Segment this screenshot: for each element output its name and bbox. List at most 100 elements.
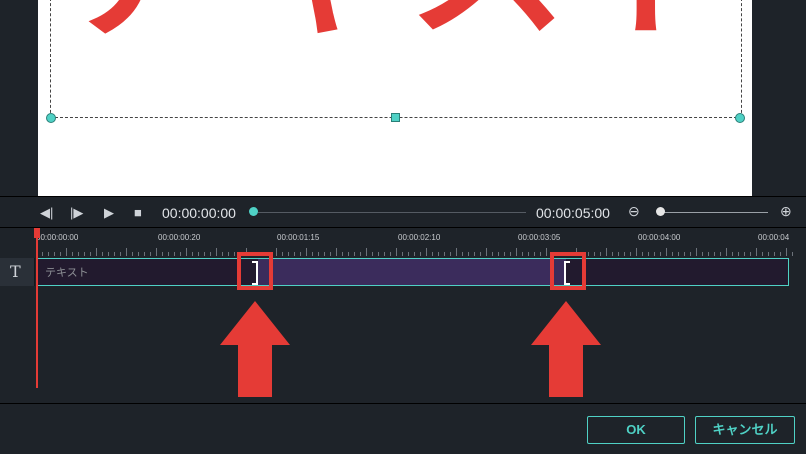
prev-frame-icon[interactable]: ◀| (40, 205, 53, 221)
ruler-tick (276, 248, 277, 256)
ruler-tick (546, 248, 547, 256)
track-header: T (0, 258, 35, 286)
ruler-tick (480, 252, 481, 256)
highlight-box-out (550, 252, 586, 290)
ruler-tick (648, 252, 649, 256)
ruler-tick (756, 248, 757, 256)
playhead-marker[interactable] (34, 228, 40, 238)
ruler-tick (528, 252, 529, 256)
resize-handle-bottom-left[interactable] (46, 113, 56, 123)
ruler-tick (600, 252, 601, 256)
up-arrow-icon (220, 301, 290, 397)
ruler-tick (192, 252, 193, 256)
ruler-tick (54, 252, 55, 256)
ruler-tick (426, 248, 427, 256)
playhead[interactable] (36, 228, 38, 388)
ruler-ticks (36, 228, 806, 256)
playback-controls: ◀| |▶ ▶ ■ 00:00:00:00 00:00:05:00 ⊖ ⊕ (0, 196, 806, 228)
ruler-tick (120, 252, 121, 256)
highlight-box-in (237, 252, 273, 290)
ruler-tick (750, 252, 751, 256)
ruler-tick (150, 252, 151, 256)
ruler-tick (294, 252, 295, 256)
ruler-tick (90, 252, 91, 256)
ruler-tick (234, 252, 235, 256)
ruler-tick (168, 252, 169, 256)
ruler-tick (186, 248, 187, 256)
ruler-tick (390, 252, 391, 256)
clip-selected-range[interactable] (258, 259, 566, 285)
ruler-tick (174, 252, 175, 256)
ruler-tick (780, 252, 781, 256)
resize-handle-bottom-center[interactable] (391, 113, 400, 122)
zoom-slider-handle[interactable] (656, 207, 665, 216)
zoom-in-icon[interactable]: ⊕ (780, 203, 792, 220)
ruler-tick (342, 252, 343, 256)
scrub-bar[interactable] (258, 212, 526, 213)
zoom-slider[interactable] (662, 212, 768, 213)
ruler-tick (180, 252, 181, 256)
up-arrow-icon (531, 301, 601, 397)
ruler-tick (660, 252, 661, 256)
ruler-tick (636, 248, 637, 256)
ruler-tick (672, 252, 673, 256)
ruler-tick (198, 252, 199, 256)
ruler-tick (228, 252, 229, 256)
current-time: 00:00:00:00 (162, 205, 236, 221)
ruler-tick (84, 252, 85, 256)
stop-icon[interactable]: ■ (134, 205, 142, 220)
ruler-tick (108, 252, 109, 256)
ruler-tick (522, 252, 523, 256)
ruler-tick (654, 252, 655, 256)
ok-button[interactable]: OK (587, 416, 685, 444)
zoom-out-icon[interactable]: ⊖ (628, 203, 640, 220)
play-icon[interactable]: ▶ (104, 205, 114, 221)
ruler-tick (102, 252, 103, 256)
ruler-tick (768, 252, 769, 256)
ruler-tick (738, 252, 739, 256)
ruler-tick (288, 252, 289, 256)
ruler-tick (720, 252, 721, 256)
text-track-icon: T (10, 262, 21, 281)
ruler-tick (336, 248, 337, 256)
ruler-tick (300, 252, 301, 256)
ruler-tick (474, 252, 475, 256)
ruler-tick (504, 252, 505, 256)
ruler-tick (696, 248, 697, 256)
ruler-tick (330, 252, 331, 256)
ruler-tick (48, 252, 49, 256)
ruler-tick (438, 252, 439, 256)
ruler-tick (744, 252, 745, 256)
ruler-tick (360, 252, 361, 256)
resize-handle-bottom-right[interactable] (735, 113, 745, 123)
ruler-tick (318, 252, 319, 256)
preview-canvas[interactable]: テキスト (38, 0, 752, 196)
ruler-tick (282, 252, 283, 256)
ruler-tick (366, 248, 367, 256)
ruler-tick (510, 252, 511, 256)
text-selection-box[interactable] (50, 0, 742, 118)
ruler-tick (630, 252, 631, 256)
ruler-tick (96, 248, 97, 256)
ruler-tick (420, 252, 421, 256)
ruler-tick (144, 252, 145, 256)
text-track[interactable]: テキスト (36, 258, 789, 286)
scrub-handle[interactable] (249, 207, 258, 216)
ruler-tick (372, 252, 373, 256)
ruler-tick (498, 252, 499, 256)
ruler-tick (444, 252, 445, 256)
time-ruler[interactable]: 00:00:00:00 00:00:00:20 00:00:01:15 00:0… (36, 228, 806, 256)
ruler-tick (732, 252, 733, 256)
ruler-tick (726, 248, 727, 256)
cancel-button[interactable]: キャンセル (695, 416, 795, 444)
ruler-tick (132, 252, 133, 256)
ruler-tick (702, 252, 703, 256)
play-pause-icon[interactable]: |▶ (70, 205, 83, 221)
ruler-tick (312, 252, 313, 256)
ruler-tick (348, 252, 349, 256)
timeline: 00:00:00:00 00:00:00:20 00:00:01:15 00:0… (0, 227, 806, 404)
ruler-tick (762, 252, 763, 256)
ruler-tick (450, 252, 451, 256)
ruler-tick (60, 252, 61, 256)
ruler-tick (678, 252, 679, 256)
